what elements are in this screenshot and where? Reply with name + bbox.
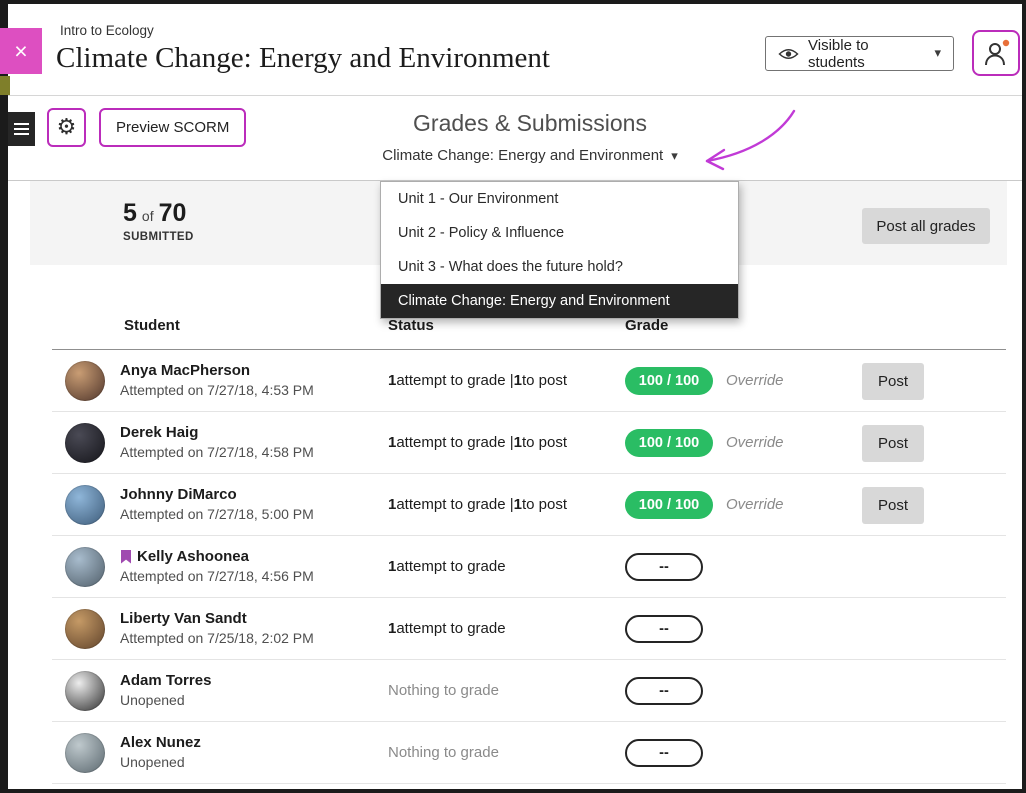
dropdown-item[interactable]: Unit 3 - What does the future hold? xyxy=(381,250,738,284)
table-row[interactable]: Kelly Ashoonea Attempted on 7/27/18, 4:5… xyxy=(52,536,1006,598)
grade-pill[interactable]: 100 / 100 xyxy=(625,429,713,457)
student-avatar xyxy=(65,423,105,463)
of-label: of xyxy=(142,208,154,224)
table-row[interactable]: Derek Haig Attempted on 7/27/18, 4:58 PM… xyxy=(52,412,1006,474)
student-info: Liberty Van Sandt Attempted on 7/25/18, … xyxy=(120,610,314,646)
student-name-text: Johnny DiMarco xyxy=(120,486,237,503)
grading-status: Nothing to grade xyxy=(388,660,499,721)
column-header-status: Status xyxy=(388,317,434,334)
attempt-timestamp: Unopened xyxy=(120,692,211,708)
attempt-timestamp: Attempted on 7/27/18, 4:53 PM xyxy=(120,382,314,398)
hamburger-menu-icon[interactable] xyxy=(8,112,35,146)
post-button[interactable]: Post xyxy=(862,363,924,400)
submission-stats: 5 of 70 SUBMITTED xyxy=(123,199,194,243)
page-title: Climate Change: Energy and Environment xyxy=(56,42,550,75)
grading-status: Nothing to grade xyxy=(388,722,499,783)
grading-status: 1 attempt to grade | 1 to post xyxy=(388,412,567,473)
student-name-text: Adam Torres xyxy=(120,672,211,689)
post-button[interactable]: Post xyxy=(862,425,924,462)
grading-status: 1 attempt to grade | 1 to post xyxy=(388,474,567,535)
flag-icon xyxy=(120,550,132,564)
student-info: Kelly Ashoonea Attempted on 7/27/18, 4:5… xyxy=(120,548,314,584)
attempt-timestamp: Attempted on 7/27/18, 4:58 PM xyxy=(120,444,314,460)
chevron-down-icon: ▾ xyxy=(934,46,941,61)
preview-scorm-button[interactable]: Preview SCORM xyxy=(99,108,246,147)
student-info: Alex Nunez Unopened xyxy=(120,734,201,770)
content-picker-label: Climate Change: Energy and Environment xyxy=(382,147,663,164)
grading-status: 1 attempt to grade xyxy=(388,598,506,659)
grade-pill[interactable]: -- xyxy=(625,553,703,581)
post-button[interactable]: Post xyxy=(862,487,924,524)
grade-pill[interactable]: -- xyxy=(625,677,703,705)
dropdown-item[interactable]: Unit 2 - Policy & Influence xyxy=(381,216,738,250)
student-info: Anya MacPherson Attempted on 7/27/18, 4:… xyxy=(120,362,314,398)
table-row[interactable]: Alex Nunez Unopened Nothing to grade -- xyxy=(52,722,1006,784)
student-avatar xyxy=(65,547,105,587)
section-title: Grades & Submissions xyxy=(330,110,730,137)
table-row[interactable]: Anya MacPherson Attempted on 7/27/18, 4:… xyxy=(52,350,1006,412)
student-preview-button[interactable] xyxy=(972,30,1020,76)
student-name-text: Alex Nunez xyxy=(120,734,201,751)
settings-button[interactable]: ⚙ xyxy=(47,108,86,147)
table-row[interactable]: Johnny DiMarco Attempted on 7/27/18, 5:0… xyxy=(52,474,1006,536)
column-header-student: Student xyxy=(124,317,180,334)
visibility-label: Visible to students xyxy=(808,37,925,71)
header-divider xyxy=(8,95,1022,96)
dropdown-item[interactable]: Unit 1 - Our Environment xyxy=(381,182,738,216)
visibility-dropdown-button[interactable]: Visible to students ▾ xyxy=(765,36,954,71)
student-name: Derek Haig xyxy=(120,424,314,441)
grading-status: 1 attempt to grade xyxy=(388,536,506,597)
student-avatar xyxy=(65,733,105,773)
close-panel-button[interactable]: × xyxy=(0,28,42,74)
student-avatar xyxy=(65,609,105,649)
content-picker-dropdown[interactable]: Climate Change: Energy and Environment ▾ xyxy=(330,147,730,164)
grade-pill[interactable]: 100 / 100 xyxy=(625,367,713,395)
student-rows: Anya MacPherson Attempted on 7/27/18, 4:… xyxy=(52,350,1006,784)
student-info: Derek Haig Attempted on 7/27/18, 4:58 PM xyxy=(120,424,314,460)
breadcrumb[interactable]: Intro to Ecology xyxy=(60,23,154,38)
submitted-label: SUBMITTED xyxy=(123,231,194,243)
student-name: Alex Nunez xyxy=(120,734,201,751)
gear-icon: ⚙ xyxy=(57,117,77,139)
submitted-count: 5 xyxy=(123,199,137,228)
student-name-text: Kelly Ashoonea xyxy=(137,548,249,565)
student-name: Adam Torres xyxy=(120,672,211,689)
column-header-grade: Grade xyxy=(625,317,668,334)
attempt-timestamp: Unopened xyxy=(120,754,201,770)
chevron-down-icon: ▾ xyxy=(671,149,678,164)
grade-pill[interactable]: -- xyxy=(625,615,703,643)
student-name: Liberty Van Sandt xyxy=(120,610,314,627)
override-label: Override xyxy=(726,474,784,535)
override-label: Override xyxy=(726,350,784,411)
attempt-timestamp: Attempted on 7/25/18, 2:02 PM xyxy=(120,630,314,646)
grade-pill[interactable]: -- xyxy=(625,739,703,767)
table-row[interactable]: Adam Torres Unopened Nothing to grade -- xyxy=(52,660,1006,722)
student-name: Johnny DiMarco xyxy=(120,486,314,503)
student-name-text: Anya MacPherson xyxy=(120,362,250,379)
attempt-timestamp: Attempted on 7/27/18, 4:56 PM xyxy=(120,568,314,584)
override-label: Override xyxy=(726,412,784,473)
student-name: Kelly Ashoonea xyxy=(120,548,314,565)
person-notification-icon xyxy=(983,39,1010,68)
eye-icon xyxy=(778,47,799,61)
post-all-grades-button[interactable]: Post all grades xyxy=(862,208,990,244)
student-name: Anya MacPherson xyxy=(120,362,314,379)
grading-status: 1 attempt to grade | 1 to post xyxy=(388,350,567,411)
app-frame: × Intro to Ecology Climate Change: Energ… xyxy=(0,0,1026,793)
student-info: Johnny DiMarco Attempted on 7/27/18, 5:0… xyxy=(120,486,314,522)
total-count: 70 xyxy=(159,199,187,228)
attempt-timestamp: Attempted on 7/27/18, 5:00 PM xyxy=(120,506,314,522)
student-name-text: Derek Haig xyxy=(120,424,198,441)
student-avatar xyxy=(65,361,105,401)
page-edge-accent xyxy=(0,76,10,95)
student-info: Adam Torres Unopened xyxy=(120,672,211,708)
student-avatar xyxy=(65,485,105,525)
grade-pill[interactable]: 100 / 100 xyxy=(625,491,713,519)
dropdown-item[interactable]: Climate Change: Energy and Environment xyxy=(381,284,738,318)
table-row[interactable]: Liberty Van Sandt Attempted on 7/25/18, … xyxy=(52,598,1006,660)
content-dropdown-menu: Unit 1 - Our EnvironmentUnit 2 - Policy … xyxy=(380,181,739,319)
student-name-text: Liberty Van Sandt xyxy=(120,610,247,627)
student-avatar xyxy=(65,671,105,711)
